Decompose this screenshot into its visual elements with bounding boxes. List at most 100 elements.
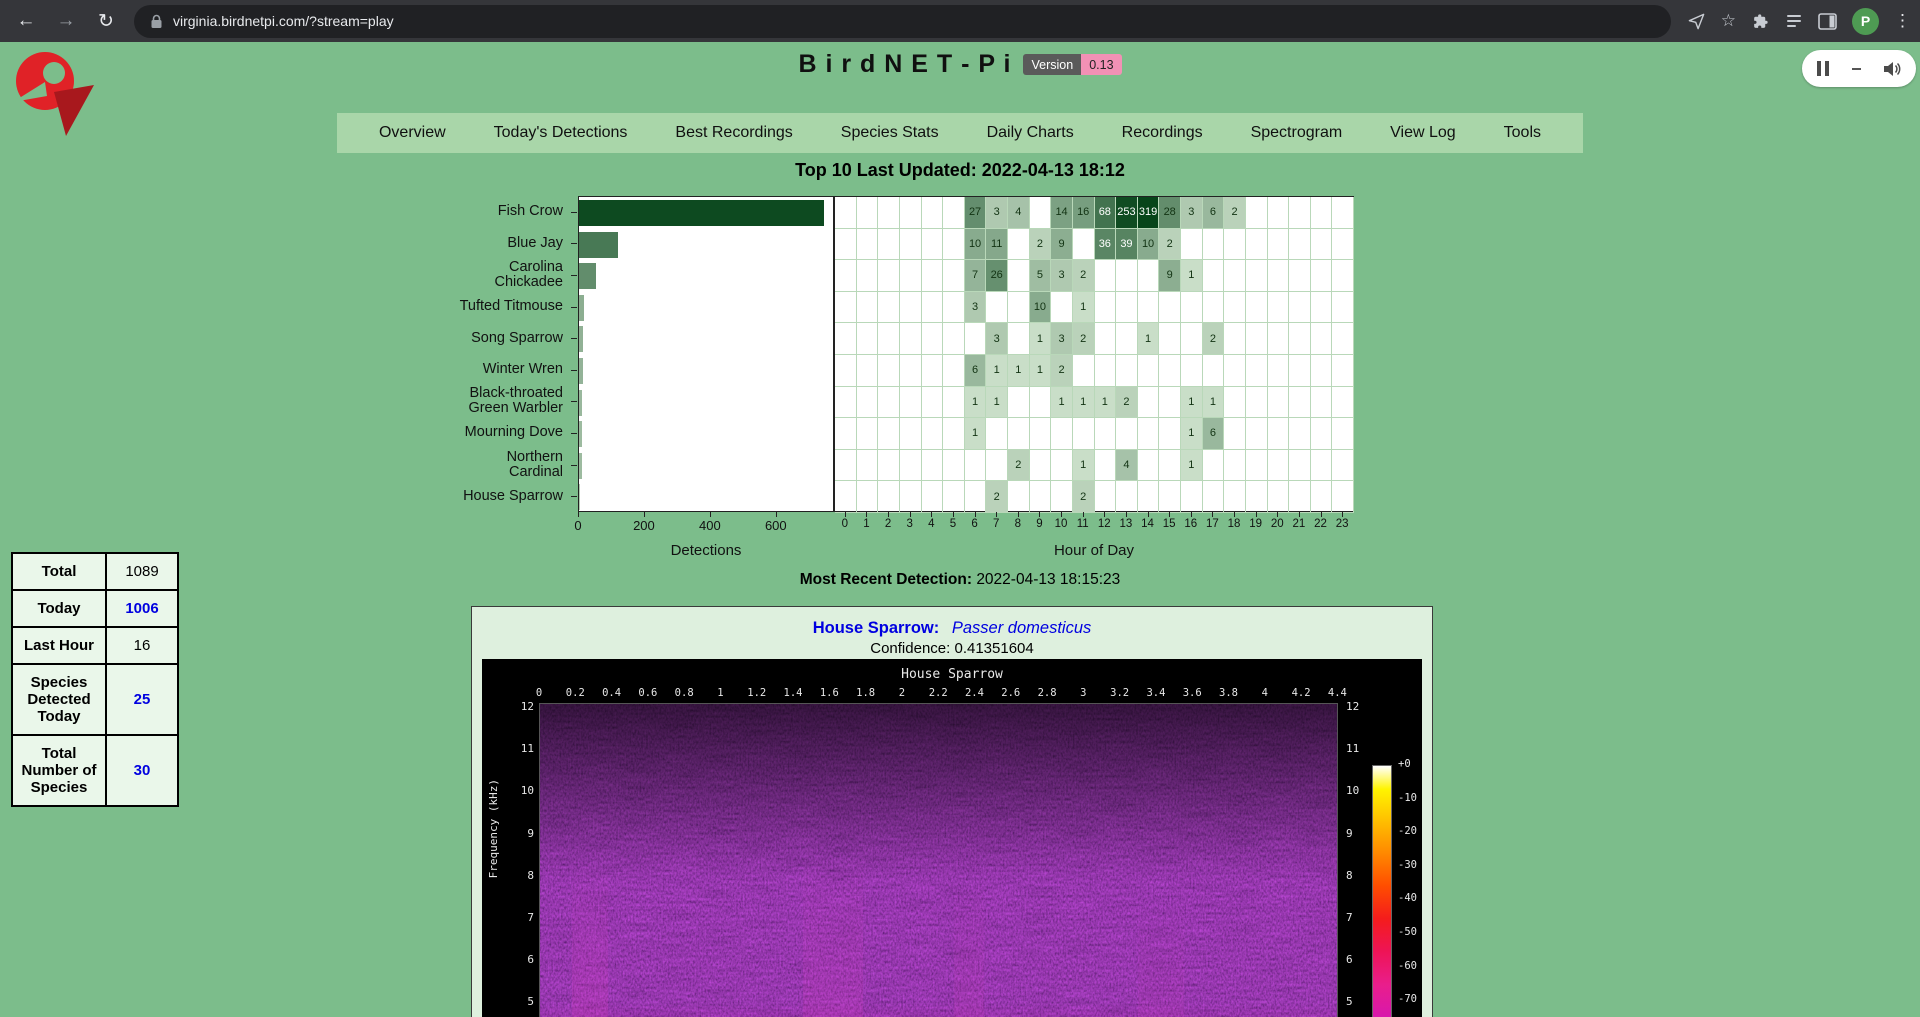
heatmap-cell [943,229,965,261]
axis-tick-label: 15 [1158,518,1180,530]
forward-icon[interactable]: → [54,10,78,32]
detections-bar [579,326,583,352]
stat-label: Last Hour [12,627,106,664]
nav-item-today-s-detections[interactable]: Today's Detections [494,124,628,142]
heatmap-cell [1224,355,1246,387]
detections-bar [579,232,618,258]
extensions-icon[interactable] [1751,12,1770,31]
nav-item-spectrogram[interactable]: Spectrogram [1251,124,1343,142]
heatmap-cell [1073,355,1095,387]
heatmap-cell [1203,292,1225,324]
nav-item-daily-charts[interactable]: Daily Charts [987,124,1074,142]
heatmap-cell [1181,229,1203,261]
axis-tick [1321,512,1322,517]
side-panel-icon[interactable] [1818,13,1837,30]
colorbar-tick: -20 [1398,825,1417,837]
detection-species-line: House Sparrow: Passer domesticus [472,619,1432,638]
stats-row: Total Number of Species30 [12,735,178,806]
heatmap-cell [878,355,900,387]
heatmap-cell [1008,481,1030,513]
heatmap-cell [1332,323,1354,355]
heatmap-cell [1268,260,1290,292]
heatmap-cell [878,292,900,324]
axis-tick [571,212,577,213]
detections-bar [579,263,596,289]
address-bar[interactable]: virginia.birdnetpi.com/?stream=play [134,5,1671,38]
heatmap-cell: 2 [1159,229,1181,261]
pause-icon[interactable] [1817,61,1829,76]
heatmap-cell: 7 [965,260,987,292]
stat-value[interactable]: 1006 [106,590,178,627]
heatmap-cell [1289,292,1311,324]
spectrogram-energy-band [1138,901,1184,1017]
axis-tick [1126,512,1127,517]
stat-value[interactable]: 25 [106,664,178,735]
spec-x-tick: 2 [884,687,920,699]
heatmap-cell: 9 [1051,229,1073,261]
heatmap-cell: 1 [965,418,987,450]
spec-y-tick: 11 [506,742,534,755]
axis-tick [996,512,997,517]
heatmap-cell: 2 [1073,323,1095,355]
axis-tick [1148,512,1149,517]
species-label: Black-throated Green Warbler [452,386,572,418]
stat-value: 16 [106,627,178,664]
axis-tick [571,243,577,244]
heatmap-cell [1008,292,1030,324]
axis-tick-label: 20 [1267,518,1289,530]
heatmap-cell: 2 [1073,260,1095,292]
volume-icon[interactable] [1883,61,1901,77]
heatmap-cell [922,323,944,355]
audio-player[interactable] [1802,50,1916,87]
species-label: Song Sparrow [452,322,572,354]
heatmap-cell [1095,355,1117,387]
heatmap-cell: 1 [1138,323,1160,355]
profile-avatar[interactable]: P [1852,8,1879,35]
heatmap-cell [922,450,944,482]
heatmap-cell [1268,387,1290,419]
heatmap-cell: 36 [1095,229,1117,261]
stat-value[interactable]: 30 [106,735,178,806]
nav-item-species-stats[interactable]: Species Stats [841,124,939,142]
axis-tick [1039,512,1040,517]
menu-kebab-icon[interactable]: ⋮ [1894,11,1906,31]
nav-item-best-recordings[interactable]: Best Recordings [675,124,792,142]
axis-tick-label: 6 [964,518,986,530]
back-icon[interactable]: ← [14,10,38,32]
heatmap-cell [1289,387,1311,419]
heatmap-cell [1311,450,1333,482]
heatmap-cell [922,387,944,419]
axis-tick-label: 11 [1072,518,1094,530]
heatmap-cell [1246,292,1268,324]
heatmap-cell [835,450,857,482]
colorbar-tick: +0 [1398,758,1411,770]
heatmap-cell [900,323,922,355]
hour-axis-label: Hour of Day [834,542,1354,559]
nav-item-view-log[interactable]: View Log [1390,124,1456,142]
recent-detection-value: 2022-04-13 18:15:23 [976,571,1120,588]
heatmap-cell [1116,481,1138,513]
heatmap-cell: 2 [986,481,1008,513]
heatmap-cell [1311,418,1333,450]
detections-axis-label: Detections [578,542,834,559]
reload-icon[interactable]: ↻ [94,10,118,33]
send-icon[interactable] [1687,12,1706,31]
bookmark-star-icon[interactable]: ☆ [1721,11,1736,31]
reading-list-icon[interactable] [1785,12,1803,30]
heatmap-cell [986,292,1008,324]
heatmap-cell [1181,355,1203,387]
spec-x-tick: 1 [702,687,738,699]
nav-item-overview[interactable]: Overview [379,124,446,142]
heatmap-cell [922,481,944,513]
heatmap-cell: 3 [1181,197,1203,229]
detections-bar [579,358,583,384]
nav-item-recordings[interactable]: Recordings [1122,124,1203,142]
heatmap-cell [857,418,879,450]
heatmap-cell [900,481,922,513]
heatmap-cell [986,450,1008,482]
heatmap-cell [1159,481,1181,513]
axis-tick [1191,512,1192,517]
nav-item-tools[interactable]: Tools [1504,124,1541,142]
spec-y-tick: 9 [1346,827,1353,840]
heatmap-cell [922,197,944,229]
